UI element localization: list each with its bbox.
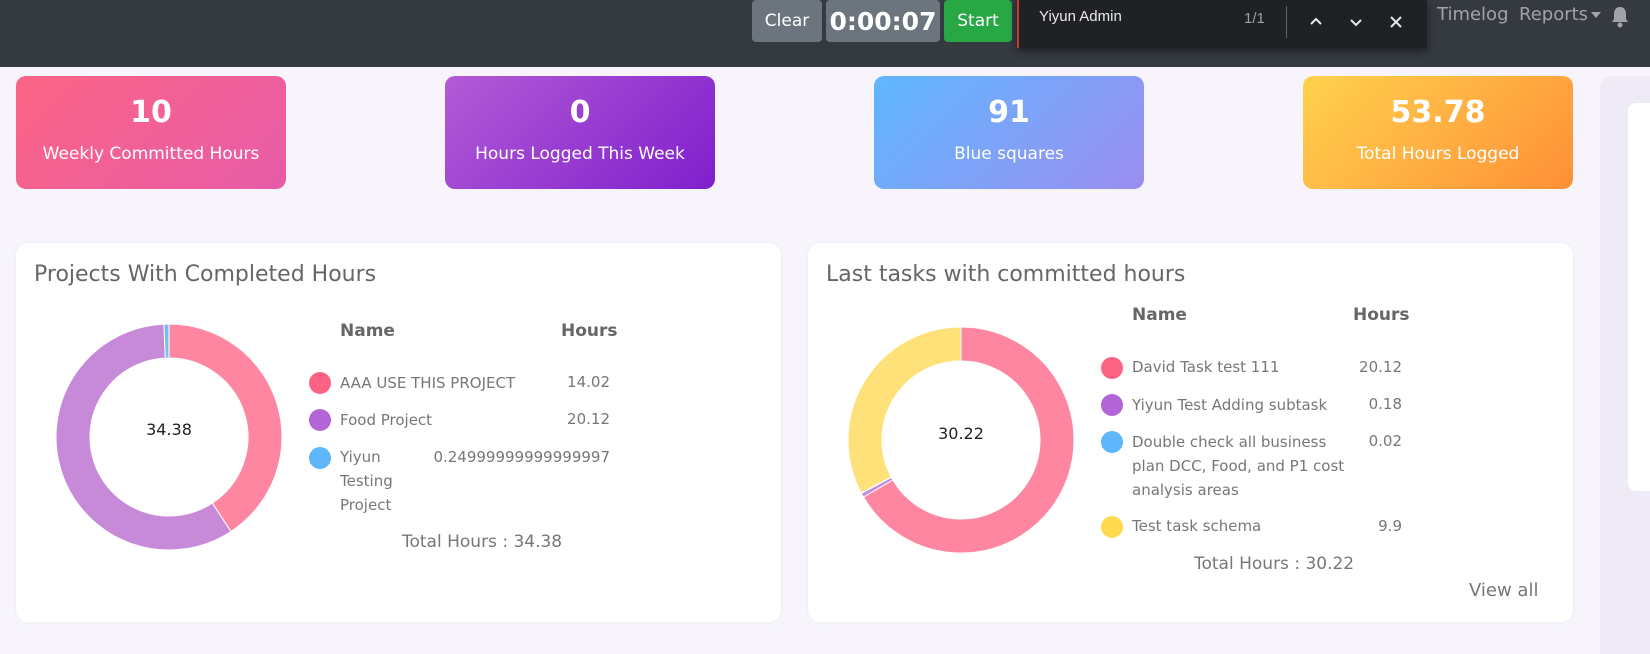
legend-dot [309,372,331,394]
find-close-button[interactable] [1382,8,1410,36]
timer-display: 0:00:07 [826,0,940,42]
stat-value: 53.78 [1390,95,1486,130]
legend-dot [309,409,331,431]
projects-col-hours: Hours [561,321,618,341]
stat-label: Total Hours Logged [1356,144,1520,164]
tasks-total-hours: Total Hours : 30.22 [1194,554,1355,574]
donut-slice [847,326,962,494]
chevron-down-icon [1350,19,1362,27]
total-hours-logged-card: 53.78 Total Hours Logged [1303,76,1573,189]
blue-squares-card: 91 Blue squares [874,76,1144,189]
caret-down-icon [1591,12,1602,18]
stat-value: 0 [569,95,591,130]
task-hours: 20.12 [1359,358,1402,376]
stat-value: 10 [130,95,172,130]
find-input[interactable] [1039,8,1229,25]
bell-icon [1612,7,1628,28]
panel-title: Projects With Completed Hours [34,262,377,287]
close-icon [1390,16,1402,28]
panel-title: Last tasks with committed hours [826,262,1186,287]
find-previous-button[interactable] [1302,8,1330,36]
nav-timelog-link[interactable]: Timelog [1437,4,1509,25]
start-timer-button[interactable]: Start [944,0,1012,42]
clear-timer-button[interactable]: Clear [752,0,822,42]
chevron-up-icon [1310,17,1322,25]
nav-reports-dropdown[interactable]: Reports [1519,4,1602,25]
notification-bell-button[interactable] [1610,6,1630,33]
find-divider [1286,6,1287,38]
stat-label: Hours Logged This Week [475,144,685,164]
task-hours: 9.9 [1378,517,1402,535]
projects-donut-center-value: 34.38 [146,420,192,439]
nav-reports-label: Reports [1519,4,1589,25]
task-hours: 0.18 [1368,395,1402,413]
tasks-col-name: Name [1132,305,1187,325]
legend-dot [1101,357,1123,379]
projects-total-hours: Total Hours : 34.38 [402,532,563,552]
project-hours: 0.24999999999999997 [433,448,610,466]
find-next-button[interactable] [1342,8,1370,36]
view-all-link[interactable]: View all [1469,580,1538,601]
projects-col-name: Name [340,321,395,341]
project-hours: 20.12 [567,410,610,428]
hours-logged-week-card: 0 Hours Logged This Week [445,76,715,189]
project-hours: 14.02 [567,373,610,391]
stat-label: Weekly Committed Hours [42,144,260,164]
legend-dot [309,447,331,469]
project-name: Yiyun Testing Project [340,448,393,514]
stat-label: Blue squares [954,144,1064,164]
stat-value: 91 [988,95,1030,130]
legend-dot [1101,394,1123,416]
weekly-committed-hours-card: 10 Weekly Committed Hours [16,76,286,189]
tasks-donut-center-value: 30.22 [938,424,984,443]
legend-dot [1101,431,1123,453]
tasks-col-hours: Hours [1353,305,1410,325]
right-side-panel-card [1628,103,1650,491]
find-match-count: 1/1 [1244,10,1265,27]
task-hours: 0.02 [1368,432,1402,450]
legend-dot [1101,516,1123,538]
